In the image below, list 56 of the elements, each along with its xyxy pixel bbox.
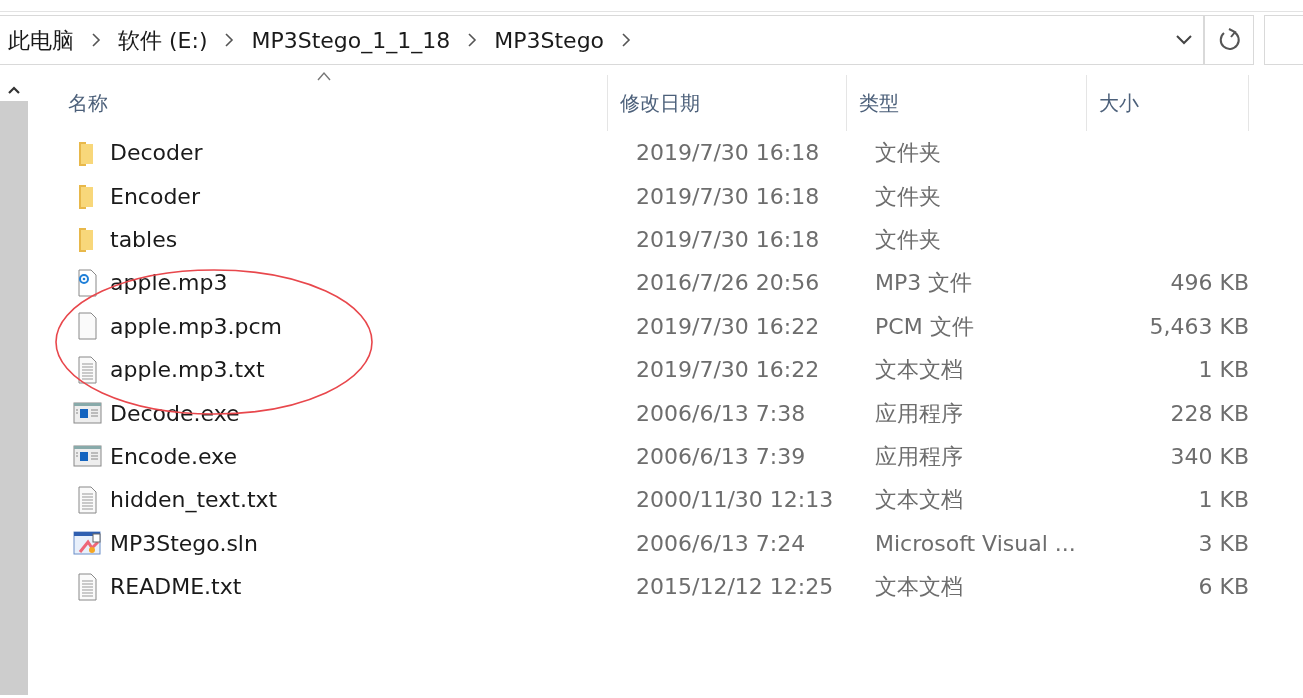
file-name[interactable]: Encoder bbox=[110, 179, 624, 213]
modified-date: 2015/12/12 12:25 bbox=[635, 573, 835, 602]
file-name[interactable]: hidden_text.txt bbox=[110, 483, 624, 517]
file-type: MP3 文件 bbox=[874, 269, 974, 298]
breadcrumb-item[interactable]: MP3Stego_1_1_18 bbox=[251, 23, 451, 57]
modified-date: 2019/7/30 16:18 bbox=[635, 225, 821, 254]
chevron-icon[interactable] bbox=[223, 32, 236, 48]
file-size: 340 KB bbox=[1169, 442, 1249, 471]
file-type: PCM 文件 bbox=[874, 312, 975, 341]
file-size: 1 KB bbox=[1197, 486, 1249, 515]
file-name[interactable]: MP3Stego.sln bbox=[110, 526, 624, 560]
chevron-icon[interactable] bbox=[90, 32, 102, 48]
column-header[interactable]: 名称 bbox=[56, 75, 608, 131]
file-type: 应用程序 bbox=[874, 399, 964, 428]
file-type: 文本文档 bbox=[874, 486, 964, 515]
modified-date: 2019/7/30 16:22 bbox=[635, 312, 821, 341]
file-size: 3 KB bbox=[1197, 529, 1249, 558]
modified-date: 2019/7/30 16:22 bbox=[635, 356, 821, 385]
modified-date: 2006/6/13 7:39 bbox=[635, 442, 807, 471]
file-name[interactable]: Encode.exe bbox=[110, 439, 624, 473]
breadcrumb-item[interactable]: 软件 (E:) bbox=[118, 23, 208, 57]
file-name[interactable]: tables bbox=[110, 222, 624, 256]
file-type: 文件夹 bbox=[874, 225, 942, 254]
modified-date: 2000/11/30 12:13 bbox=[635, 486, 835, 515]
file-name[interactable]: README.txt bbox=[110, 570, 624, 604]
file-type: 文本文档 bbox=[874, 573, 964, 602]
column-header[interactable]: 类型 bbox=[847, 75, 1087, 131]
file-size: 6 KB bbox=[1197, 573, 1249, 602]
dropdown-icon[interactable] bbox=[1175, 34, 1194, 46]
file-type: 文件夹 bbox=[874, 139, 942, 168]
column-header[interactable]: 大小 bbox=[1087, 75, 1249, 131]
column-header[interactable]: 修改日期 bbox=[608, 75, 847, 131]
breadcrumb-item[interactable]: MP3Stego bbox=[494, 23, 605, 57]
chevron-icon[interactable] bbox=[466, 32, 479, 48]
file-type: Microsoft Visual ... bbox=[874, 529, 1077, 558]
modified-date: 2006/6/13 7:38 bbox=[635, 399, 807, 428]
file-name[interactable]: apple.mp3.txt bbox=[110, 353, 624, 387]
breadcrumb-item[interactable]: 此电脑 bbox=[8, 23, 74, 57]
file-size: 1 KB bbox=[1197, 356, 1249, 385]
file-type: 文本文档 bbox=[874, 356, 964, 385]
file-size: 496 KB bbox=[1169, 269, 1249, 298]
scroll-up-icon[interactable] bbox=[7, 85, 21, 95]
modified-date: 2019/7/30 16:18 bbox=[635, 182, 821, 211]
address-bar[interactable]: 此电脑 软件 (E:) MP3Stego_1_1_18 MP3Stego bbox=[0, 15, 1205, 65]
search-field[interactable] bbox=[1263, 15, 1303, 65]
file-type: 文件夹 bbox=[874, 182, 942, 211]
file-size: 228 KB bbox=[1169, 399, 1249, 428]
modified-date: 2006/6/13 7:24 bbox=[635, 529, 807, 558]
modified-date: 2019/7/30 16:18 bbox=[635, 139, 821, 168]
modified-date: 2016/7/26 20:56 bbox=[635, 269, 821, 298]
file-size: 5,463 KB bbox=[1148, 312, 1249, 341]
file-name[interactable]: Decoder bbox=[110, 136, 624, 170]
file-type: 应用程序 bbox=[874, 442, 964, 471]
refresh-button[interactable] bbox=[1204, 15, 1254, 65]
chevron-icon[interactable] bbox=[620, 32, 633, 48]
file-name[interactable]: apple.mp3.pcm bbox=[110, 309, 624, 343]
